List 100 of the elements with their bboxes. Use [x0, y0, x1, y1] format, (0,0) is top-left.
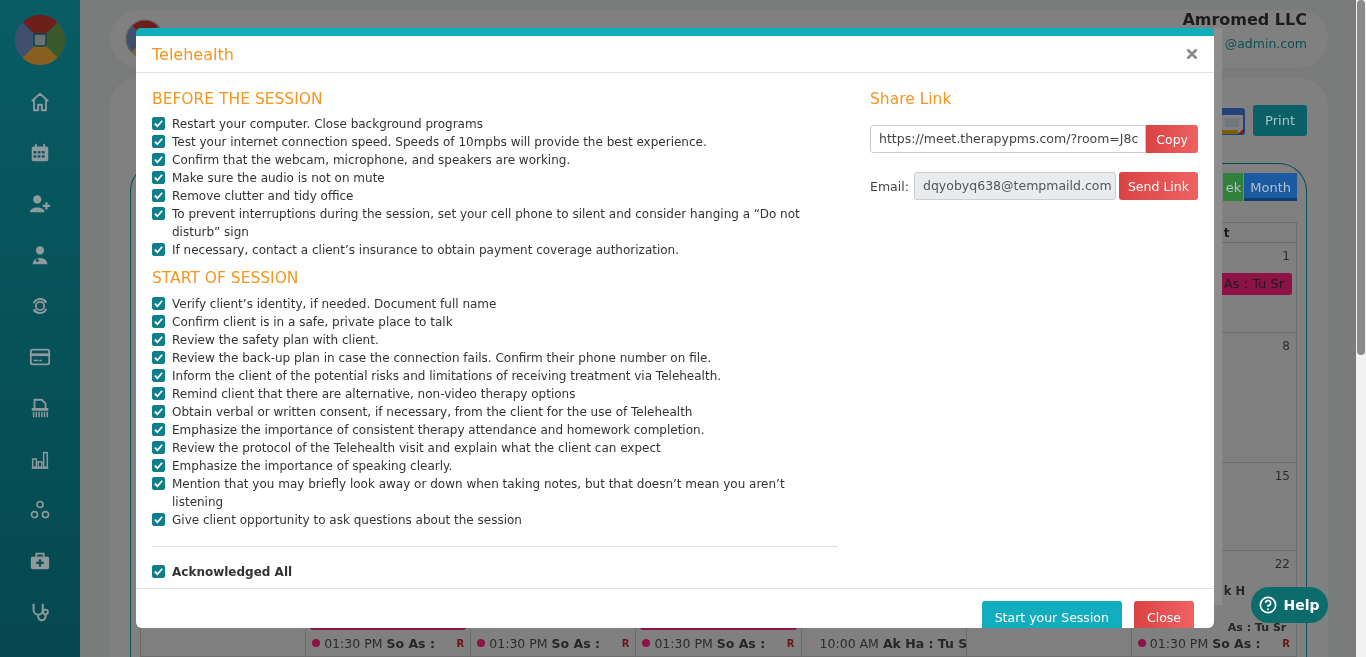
event-title[interactable]: As : Tu Sr — [1227, 621, 1287, 634]
first-aid-kit-icon[interactable] — [29, 550, 51, 572]
checkbox[interactable] — [152, 171, 165, 184]
shredder-icon[interactable] — [29, 397, 51, 419]
checkbox[interactable] — [152, 315, 165, 328]
close-button[interactable]: Close — [1133, 601, 1194, 628]
checkbox[interactable] — [152, 513, 165, 526]
link-field[interactable]: https://meet.therapypms.com/?room=J8c — [870, 125, 1147, 153]
view-tab[interactable]: Month — [1244, 173, 1297, 201]
help-button[interactable]: Help — [1251, 587, 1328, 623]
event-title[interactable]: So As : — [1212, 635, 1261, 651]
check-icon — [153, 316, 164, 327]
calendar-icon[interactable] — [1219, 106, 1246, 135]
checkbox[interactable] — [152, 135, 165, 148]
event-title[interactable]: Ak Ha : Tu S — [882, 635, 968, 651]
event-time: 10:00 AM — [819, 635, 879, 651]
checkbox[interactable] — [152, 423, 165, 436]
check-icon — [153, 190, 164, 201]
check-icon — [153, 172, 164, 183]
date-number: 22 — [1274, 557, 1290, 571]
checkbox[interactable] — [152, 441, 165, 454]
check-icon — [153, 424, 164, 435]
checkbox[interactable] — [152, 387, 165, 400]
checklist-item: Remove clutter and tidy office — [172, 188, 354, 205]
check-icon — [153, 388, 164, 399]
event-title[interactable]: So As : — [386, 635, 435, 651]
user-email: @admin.com — [1224, 36, 1307, 51]
checkbox[interactable] — [152, 117, 165, 130]
add-user-icon[interactable] — [29, 193, 51, 215]
send-link-button[interactable]: Send Link — [1118, 172, 1198, 200]
checkbox[interactable] — [152, 243, 165, 256]
credit-card-icon[interactable] — [29, 346, 51, 368]
check-icon — [153, 154, 164, 165]
checklist-item: Emphasize the importance of speaking clearly. — [172, 458, 453, 475]
checklist-item: Test your internet connection speed. Speeds of 10mpbs will provide the best experience. — [172, 134, 707, 151]
check-icon — [153, 208, 164, 219]
home-icon[interactable] — [29, 91, 51, 113]
check-icon — [153, 244, 164, 255]
check-icon — [153, 370, 164, 381]
help-icon — [1259, 596, 1278, 614]
checkbox[interactable] — [152, 459, 165, 472]
start-session-button[interactable]: Start your Session — [981, 601, 1122, 628]
logo-icon — [15, 15, 65, 65]
view-tab[interactable]: ek — [1222, 173, 1244, 201]
checklist-item: Confirm client is in a safe, private place to talk — [172, 314, 453, 331]
checklist-item: Verify client’s identity, if needed. Document full name — [172, 296, 497, 313]
email-field[interactable]: dqyobyq638@tempmaild.com — [914, 172, 1116, 200]
event-title[interactable]: So As : — [551, 635, 601, 651]
check-icon — [153, 334, 164, 345]
event-title[interactable]: So As : — [716, 635, 766, 651]
checkbox[interactable] — [152, 189, 165, 202]
scrollbar[interactable] — [1357, 0, 1365, 355]
section-heading: Share Link — [870, 90, 953, 108]
check-icon — [153, 514, 164, 525]
date-number: 1 — [1282, 249, 1290, 263]
date-number: 8 — [1282, 339, 1290, 353]
checkbox[interactable] — [152, 369, 165, 382]
check-icon — [153, 442, 164, 453]
check-icon — [153, 118, 164, 129]
checklist-item: To prevent interruptions during the session, set your cell phone to silent and consider hanging a “Do not disturb” sign — [172, 206, 801, 241]
checkbox[interactable] — [152, 207, 165, 220]
checklist-item: Inform the client of the potential risks and limitations of receiving treatment via Telehealth. — [172, 368, 722, 385]
checkbox[interactable] — [152, 565, 165, 578]
event-time: 01:30 PM — [489, 635, 548, 651]
event-time: 01:30 PM — [1149, 635, 1209, 651]
event-code: R — [1282, 637, 1290, 649]
checkbox[interactable] — [152, 351, 165, 364]
checklist-item: Restart your computer. Close background programs — [172, 116, 483, 133]
check-icon — [153, 566, 164, 577]
event-time: 01:30 PM — [324, 635, 383, 651]
checkbox[interactable] — [152, 297, 165, 310]
print-button[interactable]: Print — [1253, 105, 1307, 136]
checklist-item: Obtain verbal or written consent, if necessary, from the client for the use of Telehealth — [172, 404, 693, 421]
copy-button[interactable]: Copy — [1146, 125, 1198, 153]
event-title[interactable]: k H — [1223, 584, 1246, 598]
section-heading: START OF SESSION — [152, 269, 300, 287]
close-icon[interactable] — [1186, 48, 1198, 60]
network-icon[interactable] — [29, 499, 51, 521]
section-heading: BEFORE THE SESSION — [152, 90, 324, 108]
company-name: Amromed LLC — [1182, 11, 1307, 28]
event-code: R — [786, 637, 795, 649]
dialog-title: Telehealth — [152, 44, 234, 64]
check-icon — [153, 298, 164, 309]
event-code: R — [621, 637, 630, 649]
checkbox[interactable] — [152, 333, 165, 346]
scrollbar[interactable] — [1214, 28, 1222, 605]
calendar-icon[interactable] — [29, 142, 51, 164]
checklist-item: Remind client that there are alternative, non-video therapy options — [172, 386, 576, 403]
event-time: 01:30 PM — [654, 635, 713, 651]
field-label: Email: — [870, 178, 910, 194]
check-icon — [153, 460, 164, 471]
checkbox[interactable] — [152, 153, 165, 166]
checkbox[interactable] — [152, 405, 165, 418]
checklist-item: Emphasize the importance of consistent therapy attendance and homework completion. — [172, 422, 705, 439]
event-code: R — [456, 637, 465, 649]
checklist-item: Give client opportunity to ask questions about the session — [172, 512, 522, 529]
checklist-item: If necessary, contact a client’s insurance to obtain payment coverage authorization. — [172, 242, 680, 259]
checkbox[interactable] — [152, 477, 165, 490]
checkbox-label: Acknowledged All — [172, 564, 293, 581]
checklist-item: Review the safety plan with client. — [172, 332, 379, 349]
